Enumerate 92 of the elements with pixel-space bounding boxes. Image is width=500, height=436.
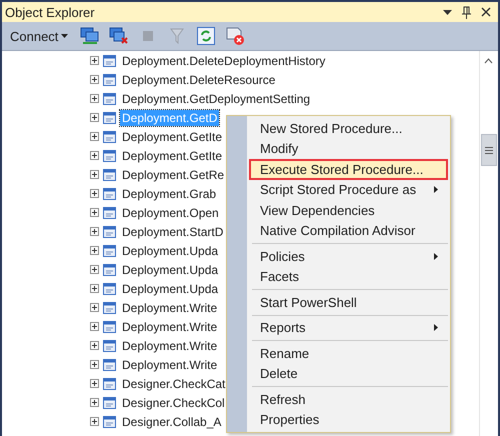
procedure-icon (103, 264, 116, 276)
expand-icon[interactable] (90, 151, 99, 160)
expand-icon[interactable] (90, 246, 99, 255)
menu-item[interactable]: View Dependencies (249, 200, 448, 220)
procedure-icon (103, 416, 116, 428)
tree-item[interactable]: Deployment.GetIte (120, 128, 224, 144)
tree-item[interactable]: Designer.CheckCat (120, 376, 228, 392)
stop-activity-icon (225, 26, 246, 46)
menu-item[interactable]: Delete (249, 364, 448, 384)
tree-item[interactable]: Deployment.Write (120, 300, 220, 316)
expand-icon[interactable] (90, 398, 99, 407)
stop-icon (143, 31, 154, 41)
procedure-icon (103, 92, 116, 104)
expand-icon[interactable] (90, 208, 99, 217)
menu-item[interactable]: Properties (249, 410, 448, 430)
menu-item[interactable]: Reports (249, 318, 448, 338)
procedure-icon (103, 188, 116, 200)
tree-item[interactable]: Deployment.Upda (120, 280, 220, 296)
menu-item[interactable]: Modify (249, 138, 448, 159)
dropdown-icon[interactable] (443, 10, 452, 14)
menu-item[interactable]: Policies (249, 246, 448, 266)
tree-item[interactable]: Deployment.GetRe (120, 166, 226, 182)
tree-item[interactable]: Deployment.GetDeploymentSetting (120, 90, 312, 106)
connect-icon (80, 27, 100, 45)
expand-icon[interactable] (90, 303, 99, 312)
expand-icon[interactable] (90, 341, 99, 350)
tree-item[interactable]: Deployment.Grab (120, 186, 218, 202)
procedure-icon (103, 130, 116, 142)
expand-icon[interactable] (90, 227, 99, 236)
tree-item[interactable]: Deployment.DeleteDeploymentHistory (120, 52, 328, 68)
menu-item[interactable]: Execute Stored Procedure... (249, 159, 448, 180)
procedure-icon (103, 206, 116, 218)
procedure-icon (103, 244, 116, 256)
expand-icon[interactable] (90, 284, 99, 293)
scroll-up-icon[interactable] (484, 58, 493, 64)
procedure-icon (103, 112, 116, 124)
procedure-icon (103, 358, 116, 370)
menu-item[interactable]: Script Stored Procedure as (249, 180, 448, 200)
tree-item[interactable]: Deployment.Open (120, 204, 221, 220)
menu-item[interactable]: New Stored Procedure... (249, 118, 448, 138)
expand-icon[interactable] (90, 379, 99, 388)
tree-item[interactable]: Deployment.Upda (120, 242, 220, 258)
disconnect-icon (109, 27, 130, 45)
refresh-icon (197, 27, 216, 45)
connect-button[interactable]: Connect (10, 28, 72, 44)
scrollbar[interactable] (479, 51, 497, 436)
procedure-icon (103, 340, 116, 352)
window-title: Object Explorer (5, 4, 96, 20)
tree-item[interactable]: Deployment.Write (120, 338, 220, 354)
expand-icon[interactable] (90, 132, 99, 141)
toolbar-button[interactable] (224, 25, 246, 47)
procedure-icon (103, 320, 116, 332)
procedure-icon (103, 226, 116, 238)
expand-icon[interactable] (90, 417, 99, 426)
tree-item[interactable]: Deployment.StartD (120, 224, 226, 240)
tree-item[interactable]: Deployment.Write (120, 318, 220, 334)
scroll-thumb[interactable] (480, 134, 496, 166)
filter-icon (170, 28, 184, 44)
menu-item[interactable]: Facets (249, 266, 448, 287)
expand-icon[interactable] (90, 189, 99, 198)
expand-icon[interactable] (90, 94, 99, 103)
toolbar-button[interactable] (79, 25, 102, 47)
menu-item[interactable]: Refresh (249, 389, 448, 410)
grip-icon (484, 146, 492, 154)
menu-item[interactable]: Rename (249, 343, 448, 364)
expand-icon[interactable] (90, 360, 99, 369)
expand-icon[interactable] (90, 322, 99, 331)
procedure-icon (103, 150, 116, 162)
tree-item[interactable]: Deployment.Write (120, 356, 220, 372)
tree-item[interactable]: Deployment.GetIte (120, 148, 224, 164)
procedure-icon (103, 302, 116, 314)
tree-item[interactable]: Deployment.Upda (120, 262, 220, 278)
expand-icon[interactable] (90, 56, 99, 65)
menu-item[interactable]: Start PowerShell (249, 292, 448, 312)
menu-item[interactable]: Native Compilation Advisor (249, 220, 448, 241)
toolbar-button[interactable] (195, 25, 218, 47)
tree-item[interactable]: Deployment.DeleteResource (120, 72, 278, 88)
expand-icon[interactable] (90, 113, 99, 122)
caret-icon (61, 34, 68, 38)
procedure-icon (103, 74, 116, 86)
procedure-icon (103, 54, 116, 66)
pin-icon[interactable] (462, 6, 471, 18)
expand-icon[interactable] (90, 170, 99, 179)
tree-item[interactable]: Designer.Collab_A (120, 414, 224, 430)
close-icon[interactable] (481, 7, 491, 17)
procedure-icon (103, 282, 116, 294)
procedure-icon (103, 168, 116, 180)
procedure-icon (103, 396, 116, 408)
expand-icon[interactable] (90, 75, 99, 84)
procedure-icon (103, 378, 116, 390)
expand-icon[interactable] (90, 265, 99, 274)
tree-item[interactable]: Designer.CheckCol (120, 394, 227, 410)
